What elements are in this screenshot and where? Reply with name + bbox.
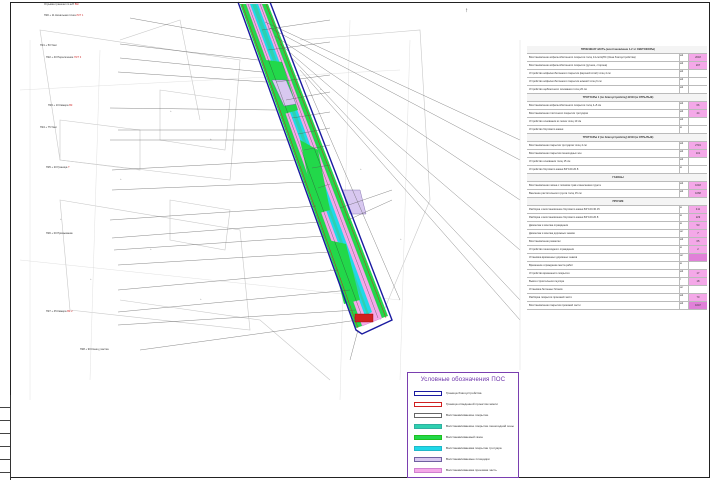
table-section-header: ПРОЧИЕ [527, 198, 707, 206]
table-row: Демонтаж и монтаж дорожных знаков шт 7 [527, 230, 707, 238]
table-row: Восстановление разметки м2 65 [527, 238, 707, 246]
table-row: Восстановление покрытия тротуаров толщ 4… [527, 142, 707, 150]
table-section-header: ПРОЕЗЖАЯ ЧАСТЬ (восстановление 1-2 эт СВ… [527, 46, 707, 54]
table-row: Временное ограждение места работ м [527, 262, 707, 270]
table-row: Восстановление покрытия проезжей части м2… [527, 302, 707, 310]
table-row: Восстановление плиточного покрытия троту… [527, 110, 707, 118]
table-section-header: ТРОТУАРЫ 1 (по благоустройству) ВЧ13 (ж … [527, 94, 707, 102]
legend-item: Восстанавливаемая покрытие тротуара [414, 444, 518, 452]
table-row: Устройство щебёночного основания толщ 20… [527, 86, 707, 94]
legend-swatch [414, 401, 442, 407]
legend-label: Восстанавливаемая проезжая часть [446, 468, 497, 472]
callout: Отрывка траншеи по ж/б ВЖ [44, 3, 79, 6]
legend-swatch [414, 423, 442, 429]
table-row: Вывоз строительного мусора т 18 [527, 278, 707, 286]
table-section-header: ГАЗОНЫ [527, 174, 707, 182]
callout: ПК4 + 75 Узел [40, 126, 57, 129]
callout: ПК5 + 20 Граница Т [46, 166, 70, 169]
legend-label: Восстанавливаемый газон [446, 435, 483, 439]
legend-label: Граница благоустройства [446, 391, 482, 395]
legend-item: Восстанавливаемое покрытие пешеходной зо… [414, 422, 518, 430]
callout: ПК3 + 10 Камера ВК [48, 104, 73, 107]
table-row: Разборка покрытия проезжей части м2 70 [527, 294, 707, 302]
table-row: Устройство основания толщ 15 см м2 [527, 158, 707, 166]
table-row: Устройство асфальтобетонного покрытия (в… [527, 70, 707, 78]
table-row: Устройство бортового камня БР 100.20.8 м [527, 166, 707, 174]
table-row: Устройство асфальтобетонного покрытия ни… [527, 78, 707, 86]
north-arrow-icon: ↑ [465, 8, 468, 14]
table-row: Устройство бортового камня м [527, 126, 707, 134]
table-row: Восстановление асфальтобетонного покрыти… [527, 102, 707, 110]
callout: ПК1 + 50 Узел [40, 44, 57, 47]
legend-swatch [414, 456, 442, 462]
legend-item: Восстанавливаемое покрытие [414, 411, 518, 419]
legend-item: Восстанавливаемая проезжая часть [414, 466, 518, 474]
legend-item: Граница отведенной проектом земли [414, 400, 518, 408]
table-row: Устройство временного покрытия м2 17 [527, 270, 707, 278]
table-row: Восстановление асфальтобетонного покрыти… [527, 62, 707, 70]
legend-title: Условные обозначения ПОС [420, 377, 506, 383]
legend-swatch [414, 467, 442, 473]
table-row: Внесение растительного грунта толщ 15 см… [527, 190, 707, 198]
legend: Условные обозначения ПОС Граница благоус… [407, 372, 519, 478]
table-row: Демонтаж и монтаж ограждения м 53 [527, 222, 707, 230]
table-row: Разборка и восстановление бортового камн… [527, 206, 707, 214]
title-block-strip [0, 395, 11, 480]
legend-item: Граница благоустройства [414, 389, 518, 397]
legend-label: Граница отведенной проектом земли [446, 402, 498, 406]
legend-swatch [414, 390, 442, 396]
table-row: Восстановление покрытия пешеходных зон м2… [527, 150, 707, 158]
legend-item: Восстанавливаемый газон [414, 433, 518, 441]
callout: ПК2 + 40 Пересечение ПКТ 3 [46, 56, 82, 59]
legend-swatch [414, 434, 442, 440]
callout: ПК0 + 11 Начальная точка ЛКТ 1 [44, 14, 84, 17]
table-row: Устройство основания из песка толщ 10 см… [527, 118, 707, 126]
table-row: Установка бетонных блоков шт [527, 286, 707, 294]
legend-label: Восстанавливаемые площадки [446, 457, 490, 461]
table-row: Восстановление газона с посевом трав и в… [527, 182, 707, 190]
legend-swatch [414, 412, 442, 418]
callout: ПК6 + 00 Примыкание [46, 232, 73, 235]
legend-swatch [414, 445, 442, 451]
table-section-header: ТРОТУАРЫ 2 (по благоустройству) ВЧ13 (ж … [527, 134, 707, 142]
legend-label: Восстанавливаемое покрытие [446, 413, 489, 417]
drawing-sheet: +++ +++ +++ +++ [0, 0, 720, 480]
table-row: Восстановление асфальтобетонного покрыти… [527, 54, 707, 62]
callout: ПК8 + 90 Конец участка [80, 348, 109, 351]
callout: ПК7 + 45 Камера ВК 2 [46, 310, 73, 313]
quantities-table: ПРОЕЗЖАЯ ЧАСТЬ (восстановление 1-2 эт СВ… [527, 46, 707, 310]
legend-label: Восстанавливаемое покрытие пешеходной зо… [446, 424, 514, 428]
legend-label: Восстанавливаемая покрытие тротуара [446, 446, 502, 450]
table-row: Разборка и восстановление бортового камн… [527, 214, 707, 222]
table-row: Установка временных дорожных знаков шт [527, 254, 707, 262]
legend-item: Восстанавливаемые площадки [414, 455, 518, 463]
table-row: Устройство пешеходного ограждения м 2 [527, 246, 707, 254]
